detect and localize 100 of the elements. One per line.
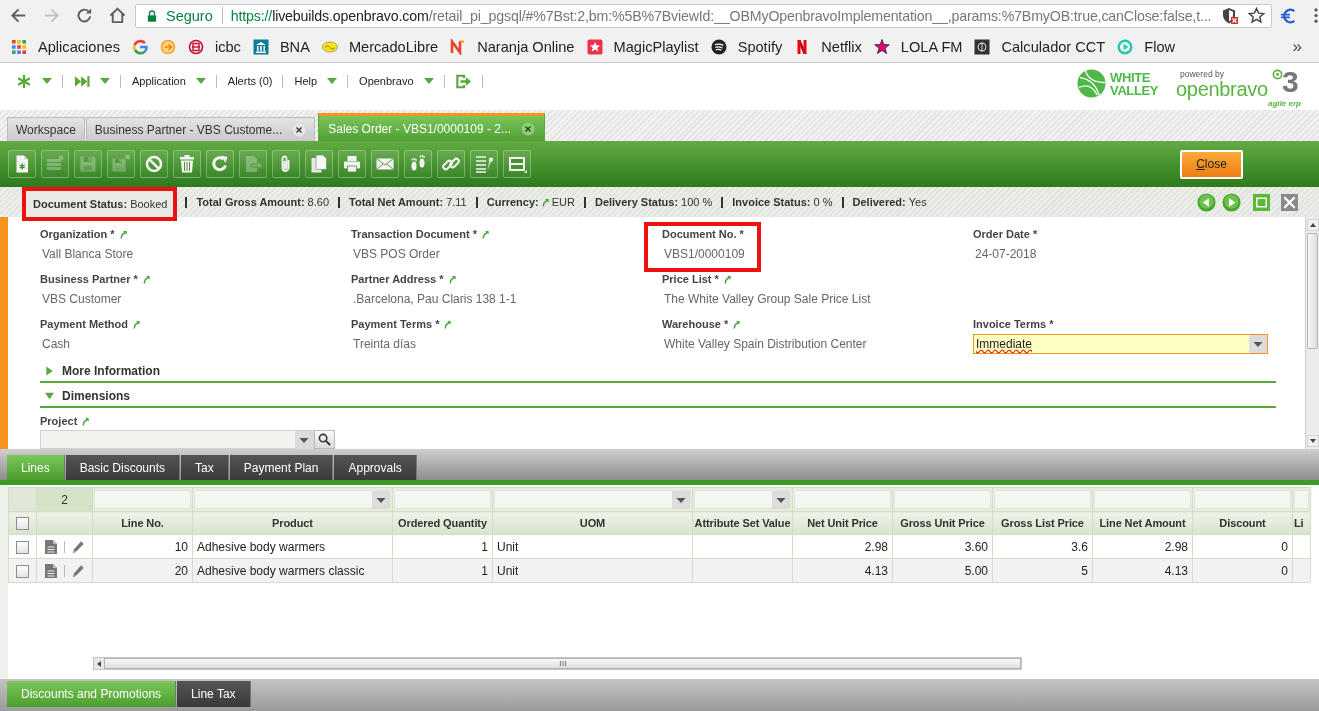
filter-field[interactable] xyxy=(1094,490,1191,509)
select-field[interactable]: Immediate xyxy=(973,334,1268,354)
scrollbar-track[interactable] xyxy=(1305,217,1319,449)
link-arrow-icon[interactable] xyxy=(723,274,731,284)
link-arrow-icon[interactable] xyxy=(444,319,452,329)
bookmark-link[interactable]: MagicPlaylist xyxy=(586,38,699,55)
back-arrow-icon[interactable] xyxy=(9,6,28,25)
filter-field[interactable] xyxy=(494,490,691,509)
close-icon[interactable] xyxy=(521,121,535,136)
shield-blocked-icon[interactable] xyxy=(1222,6,1238,25)
tools-button[interactable] xyxy=(470,150,498,178)
link-button[interactable] xyxy=(437,150,465,178)
attach-button[interactable] xyxy=(272,150,300,178)
caret-down-icon xyxy=(100,78,110,84)
caret-down-icon xyxy=(42,78,52,84)
column-header[interactable]: Product xyxy=(192,511,393,535)
menu-button[interactable]: Alerts (0) xyxy=(227,72,273,90)
menu-button[interactable]: Openbravo xyxy=(359,72,434,90)
row-checkbox[interactable] xyxy=(16,540,29,554)
new-record-button[interactable] xyxy=(8,150,36,178)
scrollbar-track[interactable] xyxy=(93,657,1022,670)
link-arrow-icon[interactable] xyxy=(541,197,549,207)
window-tab[interactable]: Workspace xyxy=(7,117,85,141)
bookmark-link[interactable]: Aplicaciones xyxy=(11,38,120,55)
select-field[interactable] xyxy=(40,430,314,449)
table-cell: 4.13 xyxy=(792,558,893,583)
filter-field[interactable] xyxy=(94,490,191,509)
bookmark-link[interactable]: icbc xyxy=(187,38,241,55)
next-record-icon[interactable] xyxy=(1222,192,1241,212)
bookmark-link[interactable]: Netflix xyxy=(794,38,862,55)
tab[interactable]: Line Tax xyxy=(177,681,251,707)
close-button[interactable]: Close xyxy=(1180,149,1243,179)
field-label: Warehouse * xyxy=(662,318,729,330)
cancel-button[interactable] xyxy=(140,150,168,178)
filter-field[interactable] xyxy=(794,490,891,509)
close-icon[interactable] xyxy=(292,122,307,137)
link-arrow-icon[interactable] xyxy=(481,229,489,239)
reload-icon[interactable] xyxy=(75,6,94,25)
field-label: Partner Address * xyxy=(351,273,444,285)
bookmark-link[interactable]: Naranja Online xyxy=(450,38,575,55)
bookmark-link[interactable]: BNA xyxy=(252,38,310,55)
filter-field[interactable] xyxy=(1294,490,1309,509)
row-checkbox[interactable] xyxy=(16,564,29,578)
select-all-checkbox[interactable] xyxy=(16,516,29,530)
more-bookmarks-button[interactable]: » xyxy=(1292,36,1302,57)
print-button[interactable] xyxy=(338,150,366,178)
column-header[interactable]: UOM xyxy=(492,511,693,535)
bookmark-link[interactable]: Flow xyxy=(1117,38,1176,55)
maximize-icon[interactable] xyxy=(1253,193,1270,211)
audit-button[interactable] xyxy=(404,150,432,178)
filter-field[interactable] xyxy=(194,490,391,509)
tab[interactable]: Approvals xyxy=(334,455,417,480)
section-header[interactable]: Dimensions xyxy=(40,386,130,406)
bookmark-link[interactable] xyxy=(159,38,176,55)
bookmark-star-icon[interactable] xyxy=(1248,7,1265,24)
window-tab[interactable]: Business Partner - VBS Custome... xyxy=(85,117,316,141)
bookmark-link[interactable] xyxy=(131,38,148,55)
filter-field[interactable] xyxy=(394,490,491,509)
filter-field[interactable] xyxy=(694,490,791,509)
document-icon[interactable] xyxy=(44,538,58,555)
tab[interactable]: Payment Plan xyxy=(229,455,334,480)
link-arrow-icon[interactable] xyxy=(142,274,150,284)
link-arrow-icon[interactable] xyxy=(733,319,741,329)
menu-button[interactable]: Help xyxy=(294,72,338,90)
link-arrow-icon[interactable] xyxy=(133,319,140,329)
previous-record-icon[interactable] xyxy=(1197,192,1216,212)
oval-wave-icon xyxy=(321,38,338,55)
row-count: 2 xyxy=(36,487,93,512)
bookmark-link[interactable]: LOLA FM xyxy=(873,38,963,55)
layout-button[interactable] xyxy=(503,150,531,178)
filter-field[interactable] xyxy=(894,490,991,509)
bookmark-link[interactable]: MercadoLibre xyxy=(321,38,439,55)
link-arrow-icon[interactable] xyxy=(448,274,456,284)
search-button[interactable] xyxy=(314,430,335,449)
email-button[interactable] xyxy=(371,150,399,178)
bookmark-link[interactable]: Spotify xyxy=(710,38,783,55)
menu-button[interactable]: Application xyxy=(132,72,206,90)
section-header[interactable]: More Information xyxy=(40,361,160,381)
tab[interactable]: Tax xyxy=(181,455,229,480)
address-field[interactable]: Seguro https://livebuilds.openbravo.com/retail_pi_pgsql/#%7Bst:2,bm:%5B%7BviewId:__OBMyOpenbravoImplementation__,params:%7BmyOB:true,canClose:false,t... xyxy=(135,3,1272,28)
link-arrow-icon[interactable] xyxy=(82,416,90,426)
copy-button[interactable] xyxy=(305,150,333,178)
delete-button[interactable] xyxy=(173,150,201,178)
euro-icon[interactable] xyxy=(1280,6,1298,25)
scrollbar-thumb[interactable] xyxy=(104,658,1021,669)
table-cell: 0 xyxy=(1192,558,1293,583)
document-icon[interactable] xyxy=(44,562,58,579)
filter-field[interactable] xyxy=(994,490,1091,509)
menu-button[interactable] xyxy=(16,72,52,90)
scrollbar-thumb[interactable] xyxy=(1307,233,1318,349)
filter-field[interactable] xyxy=(1194,490,1291,509)
link-arrow-icon[interactable] xyxy=(119,229,127,239)
tab[interactable]: Basic Discounts xyxy=(65,455,181,480)
refresh-button[interactable] xyxy=(206,150,234,178)
bookmark-link[interactable]: Calculador CCT xyxy=(974,38,1106,55)
scroll-up-icon[interactable] xyxy=(1307,219,1319,231)
scroll-down-icon[interactable] xyxy=(1307,435,1319,447)
menu-button[interactable] xyxy=(455,72,472,90)
menu-icon[interactable] xyxy=(1314,8,1318,23)
home-icon[interactable] xyxy=(108,6,127,25)
